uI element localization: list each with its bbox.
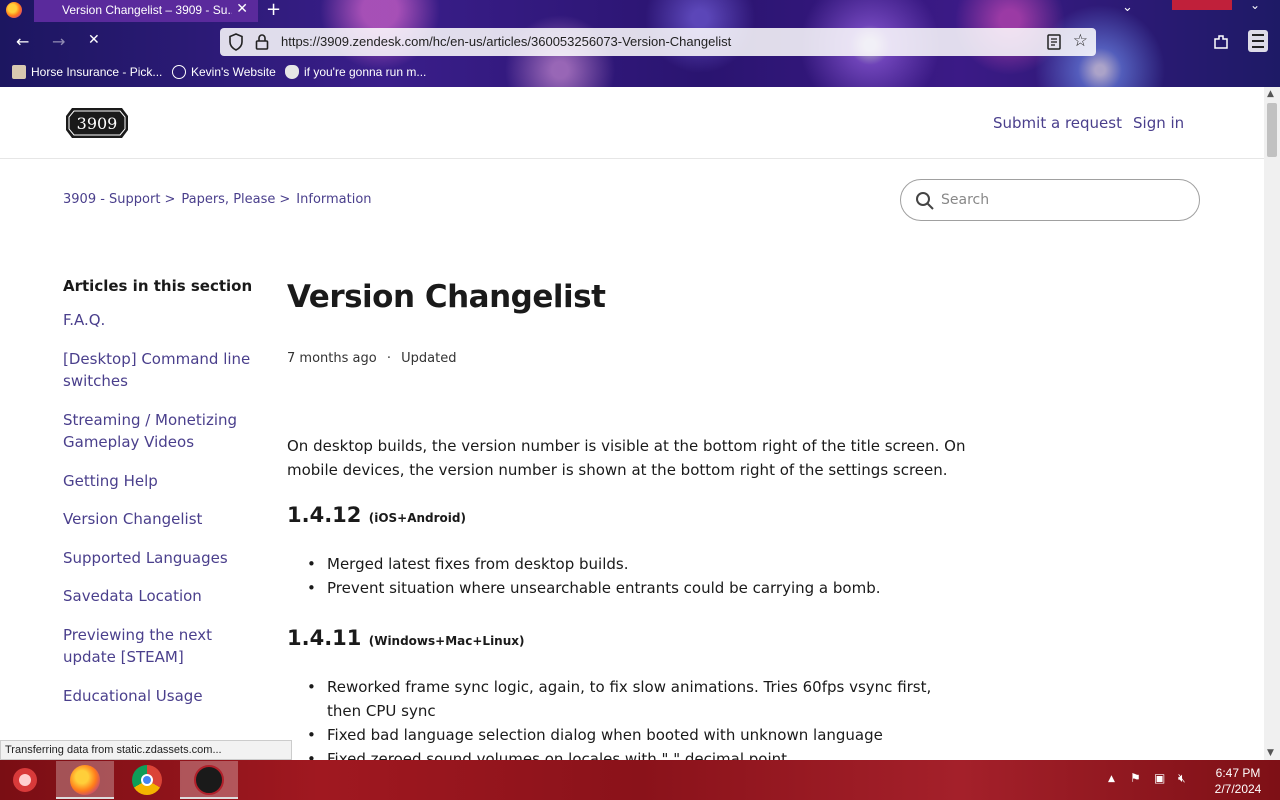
globe-icon	[172, 65, 186, 79]
back-icon[interactable]: ←	[16, 32, 29, 51]
breadcrumb-separator: >	[164, 192, 176, 207]
window-close-area[interactable]	[1172, 0, 1232, 10]
version-number: 1.4.12	[287, 503, 362, 527]
tab-active[interactable]: Version Changelist – 3909 - Su... ✕	[34, 0, 258, 22]
tray-expand-icon[interactable]: ▲	[1108, 774, 1115, 784]
bookmark-item[interactable]: Kevin's Website	[172, 65, 276, 79]
sign-in-link[interactable]: Sign in	[1133, 114, 1184, 132]
version-heading: 1.4.11 (Windows+Mac+Linux)	[287, 626, 525, 650]
taskbar: ▲ ⚑ ▣ 🔇︎ 6:47 PM 2/7/2024	[0, 760, 1280, 800]
bookmark-star-icon[interactable]: ☆	[1073, 31, 1088, 51]
version-platform: (Windows+Mac+Linux)	[368, 634, 525, 648]
change-list: Reworked frame sync logic, again, to fix…	[307, 675, 967, 760]
list-item: Fixed bad language selection dialog when…	[307, 723, 967, 747]
sidebar-item-educational[interactable]: Educational Usage	[63, 685, 263, 707]
article-intro: On desktop builds, the version number is…	[287, 437, 966, 479]
sidebar-item-faq[interactable]: F.A.Q.	[63, 309, 263, 331]
breadcrumb-item[interactable]: Information	[296, 192, 371, 207]
change-list: Merged latest fixes from desktop builds.…	[307, 552, 967, 600]
emblem-icon	[285, 65, 299, 79]
site-header: 3909 Submit a request Sign in	[0, 87, 1264, 159]
article-meta: 7 months ago · Updated	[287, 351, 456, 366]
tab-title: Version Changelist – 3909 - Su...	[62, 3, 232, 17]
sidebar-item-getting-help[interactable]: Getting Help	[63, 470, 263, 492]
tab-strip: Version Changelist – 3909 - Su... ✕ + ⌄ …	[0, 0, 1280, 22]
shield-icon[interactable]	[228, 33, 244, 51]
page-scrollbar[interactable]: ▲ ▼	[1264, 87, 1280, 760]
firefox-icon	[70, 765, 100, 795]
clock-date: 2/7/2024	[1214, 782, 1262, 796]
scrollbar-thumb[interactable]	[1267, 103, 1277, 157]
sidebar-item-savedata[interactable]: Savedata Location	[63, 585, 263, 607]
window-minimize-icon[interactable]: ⌄	[1250, 0, 1260, 12]
sidebar-title: Articles in this section	[63, 277, 253, 295]
scroll-down-icon[interactable]: ▼	[1267, 748, 1274, 758]
sidebar-item-command-line[interactable]: [Desktop] Command line switches	[63, 348, 263, 392]
article-time: 7 months ago	[287, 351, 377, 366]
search-box[interactable]	[900, 179, 1200, 221]
start-button-icon[interactable]	[8, 764, 42, 796]
taskbar-firefox[interactable]	[56, 761, 114, 799]
meta-separator: ·	[386, 351, 391, 366]
flag-icon[interactable]: ⚑	[1130, 771, 1141, 785]
article: Version Changelist 7 months ago · Update…	[287, 279, 967, 760]
bookmark-item[interactable]: Horse Insurance - Pick...	[12, 65, 162, 79]
scroll-up-icon[interactable]: ▲	[1267, 89, 1274, 99]
sidebar-item-streaming[interactable]: Streaming / Monetizing Gameplay Videos	[63, 409, 263, 453]
network-icon[interactable]: ▣	[1154, 771, 1165, 785]
breadcrumb: 3909 - Support > Papers, Please > Informat…	[63, 192, 372, 207]
horse-icon	[12, 65, 26, 79]
list-item: Fixed zeroed sound volumes on locales wi…	[307, 747, 967, 760]
version-heading: 1.4.12 (iOS+Android)	[287, 503, 466, 527]
logo-text: 3909	[77, 114, 118, 133]
bookmark-label: Kevin's Website	[191, 65, 276, 79]
sidebar-item-languages[interactable]: Supported Languages	[63, 547, 263, 569]
extensions-icon[interactable]	[1212, 33, 1230, 51]
site-logo[interactable]: 3909	[64, 106, 130, 140]
lock-icon[interactable]	[255, 33, 269, 51]
volume-muted-icon[interactable]: 🔇︎	[1178, 771, 1186, 786]
sidebar-item-version-changelist[interactable]: Version Changelist	[63, 508, 263, 530]
url-text[interactable]: https://3909.zendesk.com/hc/en-us/articl…	[281, 34, 731, 49]
search-input[interactable]	[941, 190, 1181, 210]
menu-icon[interactable]	[1248, 30, 1268, 52]
breadcrumb-item[interactable]: 3909 - Support	[63, 192, 160, 207]
reader-view-icon[interactable]	[1046, 33, 1062, 51]
articles-sidebar: Articles in this section F.A.Q. [Desktop…	[63, 277, 263, 705]
search-icon	[916, 192, 934, 210]
stop-loading-icon[interactable]: ✕	[88, 32, 100, 48]
taskbar-clock[interactable]: 6:47 PM 2/7/2024	[1206, 765, 1270, 797]
bookmarks-bar: Horse Insurance - Pick... Kevin's Websit…	[0, 62, 1280, 84]
list-item: Reworked frame sync logic, again, to fix…	[307, 675, 967, 723]
submit-request-link[interactable]: Submit a request	[993, 114, 1122, 132]
clock-time: 6:47 PM	[1215, 766, 1261, 780]
bookmark-label: if you're gonna run m...	[304, 65, 427, 79]
new-tab-icon[interactable]: +	[266, 0, 281, 20]
version-platform: (iOS+Android)	[368, 511, 466, 525]
article-title: Version Changelist	[287, 279, 606, 315]
game-icon	[194, 765, 224, 795]
bookmark-item[interactable]: if you're gonna run m...	[285, 65, 426, 79]
article-updated: Updated	[401, 351, 457, 366]
list-item: Merged latest fixes from desktop builds.	[307, 552, 967, 576]
chevron-down-icon[interactable]: ⌄	[1122, 0, 1133, 15]
breadcrumb-item[interactable]: Papers, Please	[181, 192, 275, 207]
version-number: 1.4.11	[287, 626, 362, 650]
forward-icon[interactable]: →	[52, 32, 65, 51]
firefox-logo-icon	[6, 2, 22, 18]
browser-chrome: Version Changelist – 3909 - Su... ✕ + ⌄ …	[0, 0, 1280, 87]
status-bar-text: Transferring data from static.zdassets.c…	[0, 740, 292, 760]
address-bar[interactable]: https://3909.zendesk.com/hc/en-us/articl…	[220, 28, 1096, 56]
breadcrumb-separator: >	[279, 192, 291, 207]
taskbar-game[interactable]	[180, 761, 238, 799]
taskbar-chrome[interactable]	[118, 761, 176, 799]
list-item: Prevent situation where unsearchable ent…	[307, 576, 967, 600]
chrome-icon	[132, 765, 162, 795]
sidebar-item-preview-update[interactable]: Previewing the next update [STEAM]	[63, 624, 263, 668]
bookmark-label: Horse Insurance - Pick...	[31, 65, 163, 79]
web-page: 3909 Submit a request Sign in 3909 - Sup…	[0, 87, 1264, 760]
close-tab-icon[interactable]: ✕	[236, 1, 248, 17]
